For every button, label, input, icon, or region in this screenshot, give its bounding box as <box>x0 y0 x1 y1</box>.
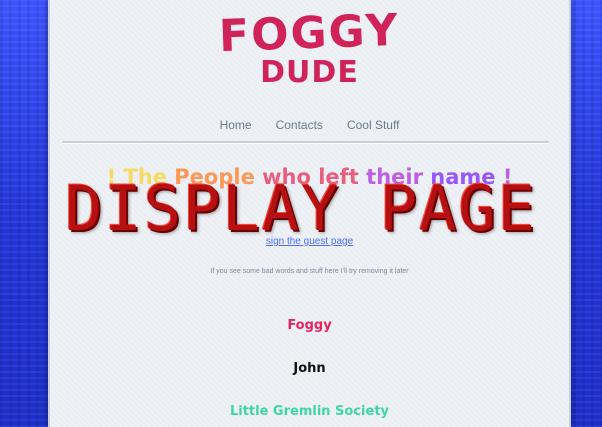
guest-name-list: Foggy John Little Gremlin Society <box>50 318 569 427</box>
logo-line2: DUDE <box>260 55 359 90</box>
site-logo[interactable]: FOGGY DUDE <box>50 4 569 90</box>
logo-line1: FOGGY <box>218 4 401 63</box>
nav-contacts-link[interactable]: Contacts <box>276 118 323 132</box>
guest-name: John <box>293 361 326 376</box>
display-page-overlay-title: DISPLAY PAGE <box>65 172 537 245</box>
nav-home-link[interactable]: Home <box>220 118 252 132</box>
nav-cool-stuff-link[interactable]: Cool Stuff <box>347 118 399 132</box>
main-nav: Home Contacts Cool Stuff <box>50 118 569 132</box>
guest-name: Foggy <box>287 318 332 333</box>
nav-divider <box>62 141 549 143</box>
moderation-notice: If you see some bad words and stuff here… <box>210 268 409 275</box>
guest-name: Little Gremlin Society <box>229 404 390 419</box>
